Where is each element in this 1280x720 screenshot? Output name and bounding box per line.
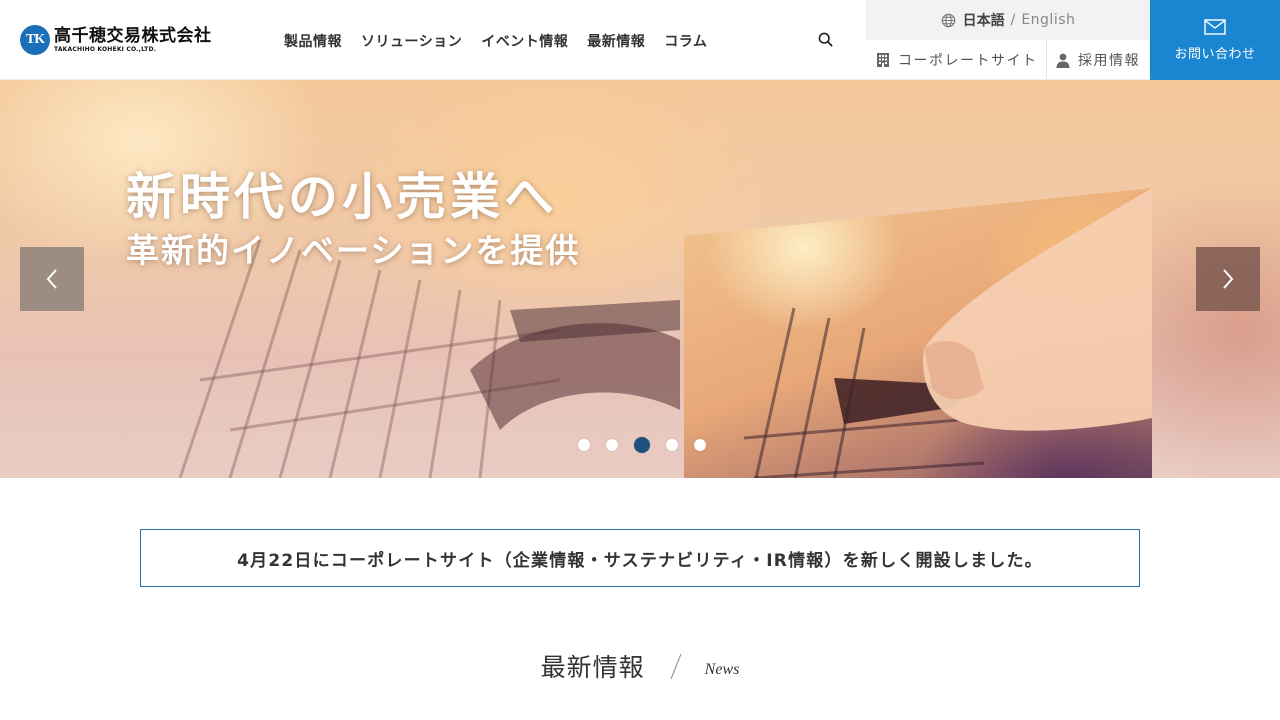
- search-button[interactable]: [812, 26, 838, 52]
- recruit-label: 採用情報: [1078, 53, 1140, 69]
- building-icon: [876, 52, 890, 68]
- mail-icon: [1204, 18, 1226, 35]
- slider-dots: [578, 437, 722, 453]
- logo-mark: TK: [20, 25, 50, 55]
- recruit-link[interactable]: 採用情報: [1047, 40, 1150, 80]
- slider-prev-button[interactable]: [20, 247, 84, 311]
- globe-icon: [941, 13, 956, 28]
- site-header: TK 高千穂交易株式会社 TAKACHIHO KOHEKI CO.,LTD. 製…: [0, 0, 1280, 80]
- hero-headline: 新時代の小売業へ: [126, 168, 558, 226]
- logo-name-jp: 高千穂交易株式会社: [54, 25, 212, 46]
- logo-name-en: TAKACHIHO KOHEKI CO.,LTD.: [54, 45, 157, 53]
- chevron-left-icon: [46, 269, 57, 289]
- hero-copy: 新時代の小売業へ 革新的イノベーションを提供: [126, 166, 580, 274]
- contact-label: お問い合わせ: [1174, 46, 1256, 62]
- contact-button[interactable]: お問い合わせ: [1150, 0, 1280, 80]
- person-icon: [1056, 53, 1070, 68]
- nav-events[interactable]: イベント情報: [481, 31, 568, 51]
- nav-products[interactable]: 製品情報: [284, 31, 342, 51]
- corporate-site-link[interactable]: コーポレートサイト: [866, 40, 1047, 80]
- slider-dot-4[interactable]: [666, 439, 678, 451]
- slider-next-button[interactable]: [1196, 247, 1260, 311]
- notice-text: 4月22日にコーポレートサイト（企業情報・サステナビリティ・IR情報）を新しく開…: [237, 550, 1043, 571]
- news-section-heading: 最新情報 News: [0, 648, 1280, 684]
- corporate-site-label: コーポレートサイト: [898, 53, 1038, 69]
- utility-row: コーポレートサイト 採用情報: [866, 40, 1150, 80]
- nav-news[interactable]: 最新情報: [587, 31, 645, 51]
- company-logo[interactable]: TK 高千穂交易株式会社 TAKACHIHO KOHEKI CO.,LTD.: [20, 24, 212, 56]
- language-japanese[interactable]: 日本語: [963, 10, 1005, 30]
- slash-divider: [670, 653, 682, 680]
- news-title-jp: 最新情報: [540, 653, 645, 682]
- slider-dot-3-active[interactable]: [634, 437, 650, 453]
- search-icon: [818, 32, 833, 47]
- corporate-site-notice[interactable]: 4月22日にコーポレートサイト（企業情報・サステナビリティ・IR情報）を新しく開…: [140, 529, 1140, 587]
- hero-subheadline: 革新的イノベーションを提供: [126, 231, 581, 270]
- main-nav: 製品情報 ソリューション イベント情報 最新情報 コラム: [284, 31, 726, 51]
- utility-links: 日本語 / English コーポレートサイト 採用情報: [866, 0, 1150, 80]
- nav-column[interactable]: コラム: [664, 31, 707, 51]
- hero-feature-image: [684, 188, 1152, 478]
- slider-dot-1[interactable]: [578, 439, 590, 451]
- language-switcher: 日本語 / English: [866, 0, 1150, 40]
- hero-slider: 新時代の小売業へ 革新的イノベーションを提供: [0, 80, 1280, 478]
- logo-text: 高千穂交易株式会社 TAKACHIHO KOHEKI CO.,LTD.: [54, 25, 212, 53]
- nav-solutions[interactable]: ソリューション: [361, 31, 462, 51]
- language-english[interactable]: English: [1021, 12, 1075, 28]
- slider-dot-5[interactable]: [694, 439, 706, 451]
- news-title-en: News: [704, 661, 740, 678]
- slider-dot-2[interactable]: [606, 439, 618, 451]
- chevron-right-icon: [1223, 269, 1234, 289]
- language-separator: /: [1010, 12, 1016, 28]
